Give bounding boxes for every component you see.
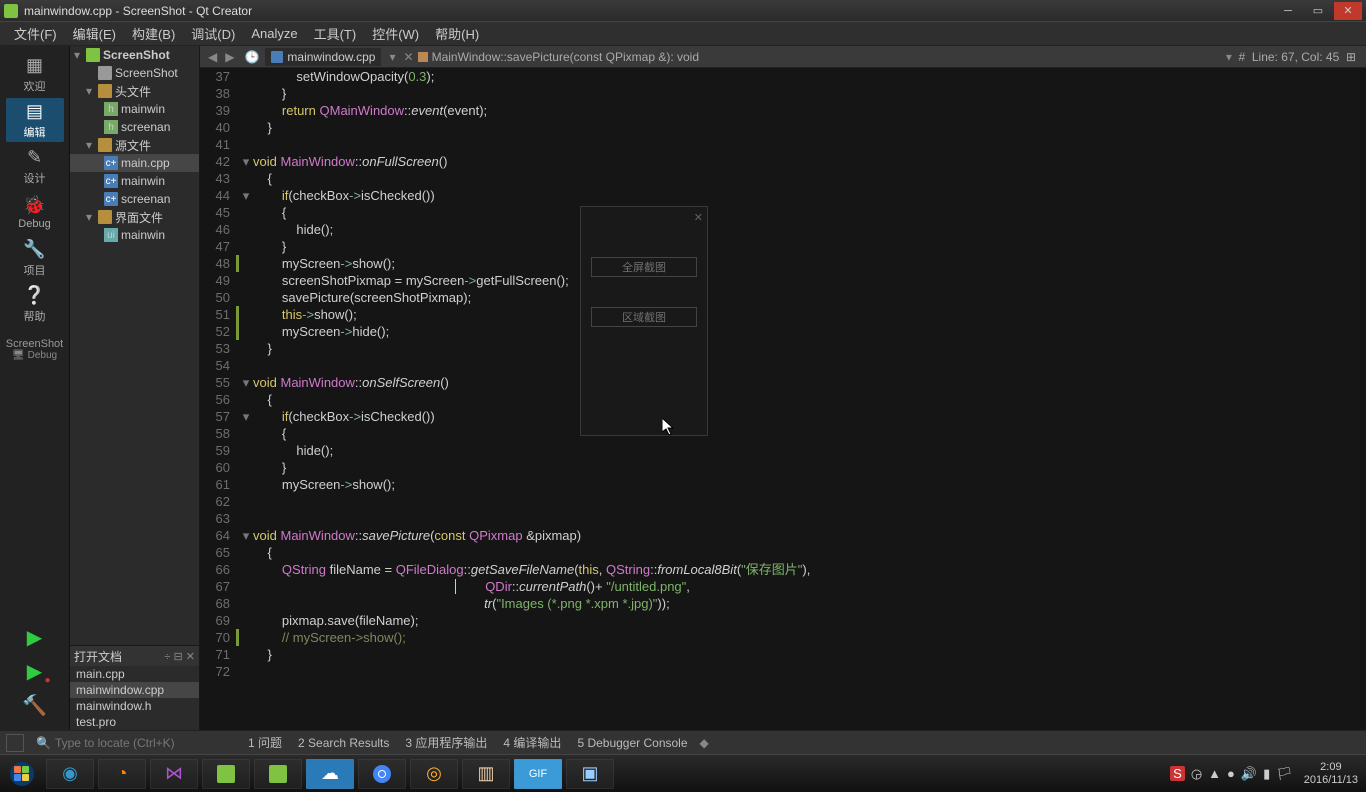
output-toggle-button[interactable] xyxy=(6,734,24,752)
qt-logo-icon xyxy=(4,4,18,18)
method-icon xyxy=(418,52,428,62)
taskbar-app-2[interactable]: ◔ xyxy=(98,759,146,789)
taskbar-explorer[interactable]: ▥ xyxy=(462,759,510,789)
window-minimize-button[interactable]: ─ xyxy=(1274,2,1302,20)
tree-header-2[interactable]: hscreenan xyxy=(70,118,199,136)
tree-forms[interactable]: ▾界面文件 xyxy=(70,208,199,226)
tray-icon-2[interactable]: ▲ xyxy=(1208,766,1221,781)
project-tree[interactable]: ▾ScreenShot ScreenShot ▾头文件 hmainwin hsc… xyxy=(70,46,199,645)
mode-debug[interactable]: 🐞Debug xyxy=(6,190,64,234)
nav-history-icon[interactable]: 🕒 xyxy=(238,50,265,64)
window-close-button[interactable]: ✕ xyxy=(1334,2,1362,20)
tray-icon-3[interactable]: ● xyxy=(1227,766,1235,781)
app-output-tab[interactable]: 3 应用程序输出 xyxy=(397,734,495,751)
open-documents: 打开文档 ÷ ⊟ ✕ main.cpp mainwindow.cpp mainwi… xyxy=(70,645,199,730)
editor-tab[interactable]: mainwindow.cpp xyxy=(265,48,381,66)
taskbar-app-4[interactable]: ☁ xyxy=(306,759,354,789)
tab-menu-icon[interactable]: ▾ xyxy=(385,50,399,64)
cpp-icon xyxy=(271,51,283,63)
open-doc-1[interactable]: main.cpp xyxy=(70,666,199,682)
debug-run-button[interactable]: ▶● xyxy=(15,654,55,688)
editor-toolbar: ◀ ▶ 🕒 mainwindow.cpp ▾ ✕ MainWindow::sav… xyxy=(200,46,1366,68)
menu-help[interactable]: 帮助(H) xyxy=(427,24,487,43)
cursor-position: Line: 67, Col: 45 xyxy=(1252,50,1339,64)
editor: ◀ ▶ 🕒 mainwindow.cpp ▾ ✕ MainWindow::sav… xyxy=(200,46,1366,730)
tree-main-cpp[interactable]: c+main.cpp xyxy=(70,154,199,172)
tree-source-3[interactable]: c+screenan xyxy=(70,190,199,208)
design-icon: ✎ xyxy=(27,147,42,168)
open-doc-4[interactable]: test.pro xyxy=(70,714,199,730)
taskbar-qtcreator-2[interactable] xyxy=(254,759,302,789)
taskbar-app-6[interactable]: GIF xyxy=(514,759,562,789)
search-icon: 🔍 xyxy=(36,736,51,750)
taskbar-qtcreator-1[interactable] xyxy=(202,759,250,789)
tree-sources[interactable]: ▾源文件 xyxy=(70,136,199,154)
ime-icon[interactable]: S xyxy=(1170,766,1185,781)
menu-build[interactable]: 构建(B) xyxy=(124,24,183,43)
menu-debug[interactable]: 调试(D) xyxy=(183,24,243,43)
kit-config[interactable]: 🖥Debug xyxy=(12,350,57,361)
run-button[interactable]: ▶ xyxy=(15,620,55,654)
debugger-console-tab[interactable]: 5 Debugger Console xyxy=(569,736,695,750)
side-panel: ▾ScreenShot ScreenShot ▾头文件 hmainwin hsc… xyxy=(70,46,200,730)
dialog-button-1[interactable]: 全屏截图 xyxy=(591,257,697,277)
kit-name[interactable]: ScreenShot xyxy=(6,338,63,350)
tree-form-1[interactable]: uimainwin xyxy=(70,226,199,244)
menu-widgets[interactable]: 控件(W) xyxy=(364,24,427,43)
system-tray[interactable]: S ◶ ▲ ● 🔊 ▮ 🏳 2:09 2016/11/13 xyxy=(1159,761,1366,787)
taskbar-app-5[interactable]: ◎ xyxy=(410,759,458,789)
code-area[interactable]: 37 setWindowOpacity(0.3);38 }39 return Q… xyxy=(200,68,1366,730)
tree-project-root[interactable]: ▾ScreenShot xyxy=(70,46,199,64)
bottom-bar: 🔍Type to locate (Ctrl+K) 1 问题 2 Search R… xyxy=(0,730,1366,754)
menu-edit[interactable]: 编辑(E) xyxy=(65,24,124,43)
tree-headers[interactable]: ▾头文件 xyxy=(70,82,199,100)
help-icon: ❔ xyxy=(23,285,45,306)
floating-dialog[interactable]: ✕ 全屏截图 区域截图 xyxy=(580,206,708,436)
dialog-close-icon[interactable]: ✕ xyxy=(694,211,703,224)
tree-header-1[interactable]: hmainwin xyxy=(70,100,199,118)
taskbar-chrome[interactable] xyxy=(358,759,406,789)
menu-analyze[interactable]: Analyze xyxy=(243,26,305,41)
nav-forward-button[interactable]: ▶ xyxy=(221,50,238,64)
tree-source-2[interactable]: c+mainwin xyxy=(70,172,199,190)
editor-breadcrumb[interactable]: MainWindow::savePicture(const QPixmap &)… xyxy=(418,50,699,64)
tab-close-button[interactable]: ✕ xyxy=(400,50,418,64)
compile-output-tab[interactable]: 4 编译输出 xyxy=(495,734,569,751)
open-doc-2[interactable]: mainwindow.cpp xyxy=(70,682,199,698)
menu-tools[interactable]: 工具(T) xyxy=(306,24,365,43)
taskbar-app-3[interactable]: ⋈ xyxy=(150,759,198,789)
open-docs-title: 打开文档 xyxy=(74,648,122,665)
menu-file[interactable]: 文件(F) xyxy=(6,24,65,43)
dialog-button-2[interactable]: 区域截图 xyxy=(591,307,697,327)
window-title: mainwindow.cpp - ScreenShot - Qt Creator xyxy=(24,4,1272,18)
edit-icon: ▤ xyxy=(26,101,43,122)
open-doc-3[interactable]: mainwindow.h xyxy=(70,698,199,714)
menu-bar: 文件(F) 编辑(E) 构建(B) 调试(D) Analyze 工具(T) 控件… xyxy=(0,22,1366,46)
tree-pro-file[interactable]: ScreenShot xyxy=(70,64,199,82)
nav-back-button[interactable]: ◀ xyxy=(204,50,221,64)
taskbar-app-1[interactable]: ◉ xyxy=(46,759,94,789)
mode-project[interactable]: 🔧项目 xyxy=(6,236,64,280)
open-docs-buttons[interactable]: ÷ ⊟ ✕ xyxy=(164,650,195,663)
project-icon: 🔧 xyxy=(23,239,45,260)
mode-edit[interactable]: ▤编辑 xyxy=(6,98,64,142)
taskbar-clock[interactable]: 2:09 2016/11/13 xyxy=(1304,761,1358,787)
output-chevron-icon[interactable]: ◆ xyxy=(696,736,713,750)
window-maximize-button[interactable]: ▭ xyxy=(1304,2,1332,20)
build-button[interactable]: 🔨 xyxy=(15,688,55,722)
window-titlebar: mainwindow.cpp - ScreenShot - Qt Creator… xyxy=(0,0,1366,22)
taskbar-app-7[interactable]: ▣ xyxy=(566,759,614,789)
mode-welcome[interactable]: ▦欢迎 xyxy=(6,52,64,96)
search-results-tab[interactable]: 2 Search Results xyxy=(290,736,397,750)
start-button[interactable] xyxy=(4,759,40,789)
mode-bar: ▦欢迎 ▤编辑 ✎设计 🐞Debug 🔧项目 ❔帮助 ScreenShot 🖥D… xyxy=(0,46,70,730)
locator-input[interactable]: 🔍Type to locate (Ctrl+K) xyxy=(30,736,240,750)
welcome-icon: ▦ xyxy=(26,55,43,76)
issues-tab[interactable]: 1 问题 xyxy=(240,734,290,751)
debug-icon: 🐞 xyxy=(23,195,45,216)
windows-taskbar: ◉ ◔ ⋈ ☁ ◎ ▥ GIF ▣ S ◶ ▲ ● 🔊 ▮ 🏳 2:09 201… xyxy=(0,754,1366,792)
mode-help[interactable]: ❔帮助 xyxy=(6,282,64,326)
split-button[interactable]: ⊞ xyxy=(1346,50,1356,64)
mode-design[interactable]: ✎设计 xyxy=(6,144,64,188)
